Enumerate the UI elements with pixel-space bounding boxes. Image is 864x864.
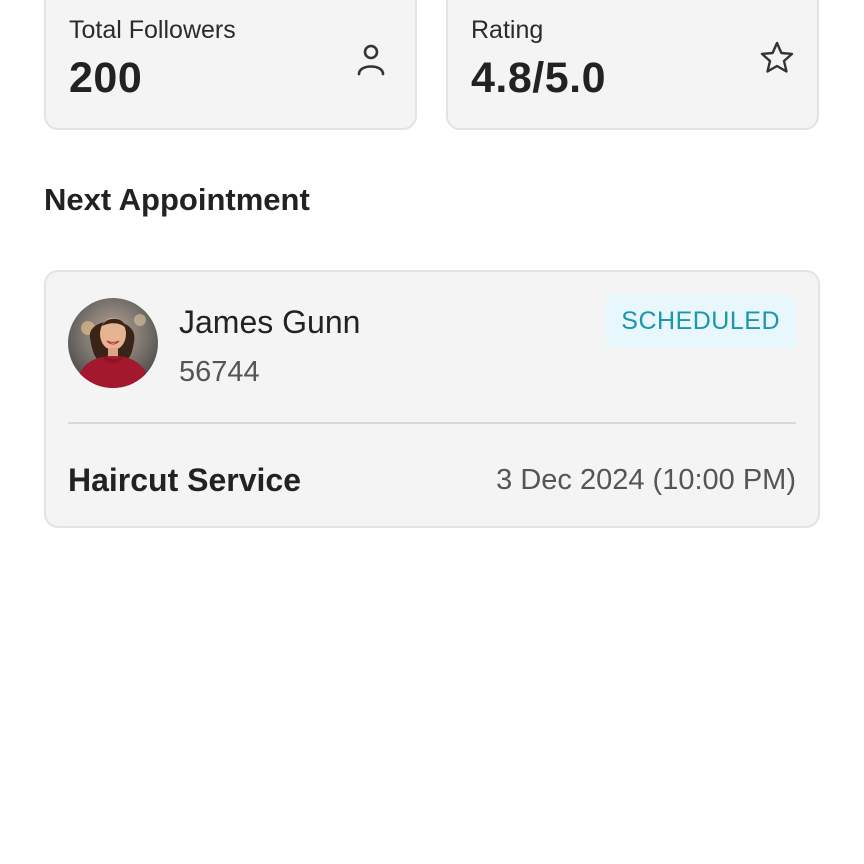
star-icon: [760, 41, 794, 73]
total-followers-value: 200: [69, 54, 143, 102]
divider: [68, 422, 796, 424]
rating-card[interactable]: Rating 4.8/5.0: [446, 0, 819, 130]
appointment-card[interactable]: James Gunn 56744 SCHEDULED Haircut Servi…: [44, 270, 820, 528]
client-id: 56744: [179, 356, 260, 388]
total-followers-label: Total Followers: [69, 16, 236, 44]
client-name: James Gunn: [179, 304, 361, 340]
avatar: [68, 298, 158, 388]
status-badge: SCHEDULED: [605, 294, 796, 348]
appointment-datetime: 3 Dec 2024 (10:00 PM): [496, 464, 796, 496]
person-icon: [357, 44, 385, 76]
total-followers-card[interactable]: Total Followers 200: [44, 0, 417, 130]
next-appointment-title: Next Appointment: [44, 182, 310, 217]
rating-value: 4.8/5.0: [471, 54, 606, 102]
service-name: Haircut Service: [68, 462, 302, 498]
dashboard-screen: Total Followers 200 Rating 4.8/5.0 Next …: [0, 0, 864, 864]
rating-label: Rating: [471, 16, 544, 44]
